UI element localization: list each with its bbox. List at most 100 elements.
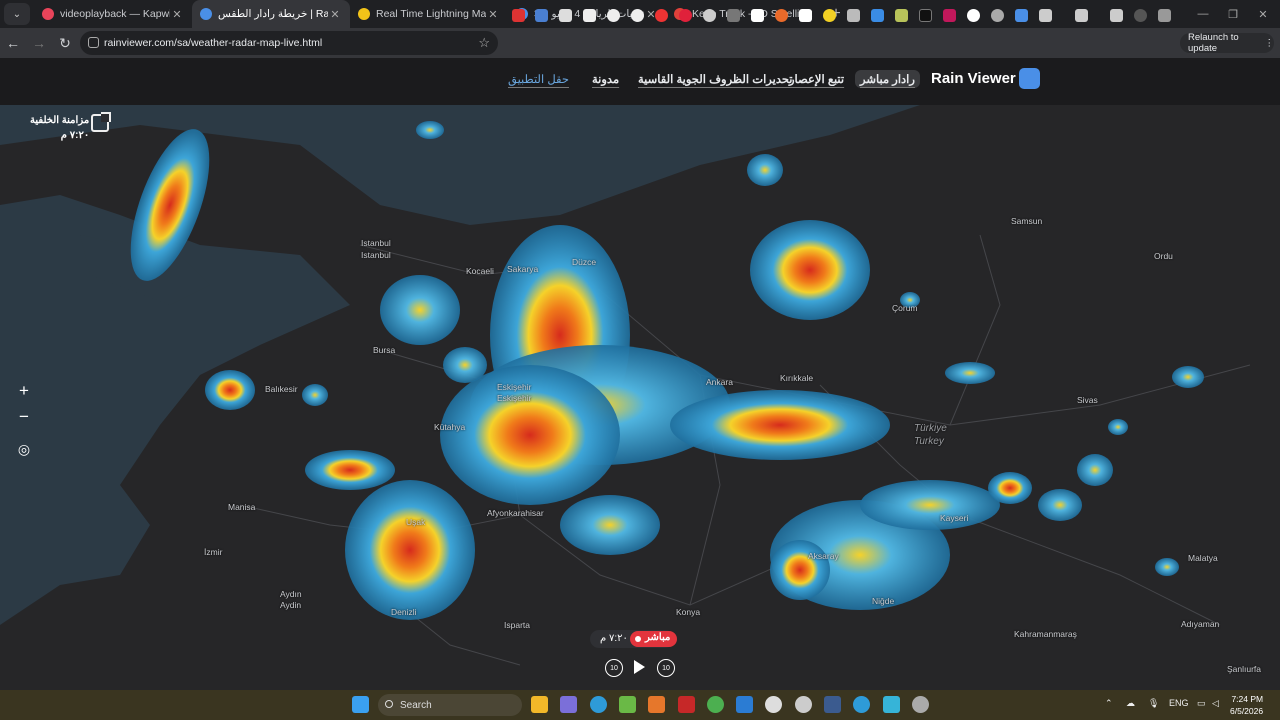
tab-close-icon[interactable]: ✕: [486, 8, 500, 21]
extension-icon[interactable]: [895, 9, 908, 22]
reload-icon[interactable]: ↻: [52, 35, 78, 52]
language-indicator[interactable]: ENG: [1169, 698, 1189, 708]
edge-icon[interactable]: [853, 696, 870, 713]
map-corner-info: مزامنة الخلفية ٧:٢٠ م: [30, 113, 89, 143]
extension-icon[interactable]: [943, 9, 956, 22]
extension-icon[interactable]: [679, 9, 692, 22]
city-label: Konya: [676, 607, 701, 617]
start-icon[interactable]: [352, 696, 369, 713]
extension-icon[interactable]: [919, 9, 932, 22]
country-label: Turkey: [914, 436, 944, 447]
app-icon[interactable]: [795, 696, 812, 713]
nav-hurricane-tracker[interactable]: تتبع الإعصار: [789, 72, 844, 86]
extension-icon[interactable]: [583, 9, 596, 22]
tab-title: videoplayback — Kapwing: [60, 8, 170, 20]
city-label: Eskişehir: [497, 393, 532, 403]
extension-icon[interactable]: [559, 9, 572, 22]
zoom-out-button[interactable]: −: [12, 405, 36, 429]
browser-tab[interactable]: خريطة رادار الطقس | Rain Viewer✕: [192, 0, 350, 28]
nav-severe-weather[interactable]: تحديرات الظروف الجوية القاسية: [638, 72, 793, 86]
vscode-icon[interactable]: [736, 696, 753, 713]
tab-search-button[interactable]: ⌄: [4, 3, 30, 25]
translate-icon[interactable]: [535, 9, 548, 22]
extension-icon[interactable]: [655, 9, 668, 22]
play-icon[interactable]: [634, 660, 645, 674]
side-panel-icon[interactable]: [1158, 9, 1171, 22]
notepad-icon[interactable]: [883, 696, 900, 713]
microphone-icon[interactable]: 🎙: [1148, 698, 1159, 709]
file-explorer-icon[interactable]: [531, 696, 548, 713]
kebab-menu-icon[interactable]: ⋮: [1265, 38, 1275, 49]
rainviewer-logo-icon[interactable]: [1019, 68, 1040, 89]
city-label: Sivas: [1077, 395, 1098, 405]
playback-time: ٧:٢٠ م: [600, 633, 628, 644]
extension-icon[interactable]: [799, 9, 812, 22]
copilot-icon[interactable]: [560, 696, 577, 713]
extension-icon[interactable]: [823, 9, 836, 22]
app-icon[interactable]: [648, 696, 665, 713]
city-label: Sakarya: [507, 264, 539, 274]
app-icon[interactable]: [912, 696, 929, 713]
relaunch-button[interactable]: Relaunch to update ⋮: [1180, 32, 1275, 54]
nav-live-radar[interactable]: رادار مباشر: [855, 70, 920, 88]
nav-blog[interactable]: مدونة: [592, 72, 619, 86]
app-icon[interactable]: [765, 696, 782, 713]
chrome-icon[interactable]: [707, 696, 724, 713]
tray-icon[interactable]: ☁: [1126, 698, 1135, 709]
city-label: Çorum: [892, 303, 918, 313]
rewind-10-button[interactable]: 10: [605, 659, 623, 677]
browser-tab[interactable]: Real Time Lightning Map :: Ligh✕: [350, 0, 508, 28]
nav-app[interactable]: حقل التطبيق: [508, 72, 569, 86]
extension-icon[interactable]: [847, 9, 860, 22]
volume-icon[interactable]: ◁: [1212, 698, 1219, 709]
extension-icon[interactable]: [607, 9, 620, 22]
city-label: Ordu: [1154, 251, 1173, 261]
tab-favicon-icon: [42, 8, 54, 20]
locate-me-icon[interactable]: ◎: [12, 437, 36, 461]
city-label: İzmir: [204, 547, 223, 557]
address-bar[interactable]: rainviewer.com/sa/weather-radar-map-live…: [80, 31, 498, 55]
extension-icon[interactable]: [991, 9, 1004, 22]
tab-close-icon[interactable]: ✕: [328, 8, 342, 21]
minimize-button[interactable]: —: [1186, 0, 1220, 28]
extensions-puzzle-icon[interactable]: [1039, 9, 1052, 22]
city-label: Ankara: [706, 377, 733, 387]
extension-icon[interactable]: [703, 9, 716, 22]
brand-name[interactable]: Rain Viewer: [931, 70, 1016, 87]
live-badge[interactable]: مباشر: [630, 631, 678, 647]
close-window-button[interactable]: ✕: [1246, 0, 1280, 28]
taskbar-search[interactable]: Search: [378, 694, 522, 716]
extension-icon[interactable]: [1075, 9, 1088, 22]
bookmark-star-icon[interactable]: ☆: [478, 35, 490, 51]
extension-icon[interactable]: [967, 9, 980, 22]
extension-icon[interactable]: [512, 9, 525, 22]
forward-10-button[interactable]: 10: [657, 659, 675, 677]
tray-chevron-icon[interactable]: ⌃: [1105, 698, 1113, 709]
filezilla-icon[interactable]: [678, 696, 695, 713]
city-label: Aydın: [280, 589, 302, 599]
zoom-in-button[interactable]: +: [12, 379, 36, 403]
maximize-button[interactable]: ❐: [1216, 0, 1250, 28]
city-label: Kırıkkale: [780, 373, 814, 383]
forward-icon[interactable]: →: [26, 35, 52, 51]
edge-icon[interactable]: [590, 696, 607, 713]
open-external-icon[interactable]: [91, 112, 111, 132]
download-icon[interactable]: [1110, 9, 1123, 22]
city-label: Niğde: [872, 596, 895, 606]
app-icon[interactable]: [619, 696, 636, 713]
extension-icon[interactable]: [727, 9, 740, 22]
back-icon[interactable]: ←: [0, 35, 26, 51]
taskbar-clock[interactable]: 7:24 PM 6/5/2026: [1230, 693, 1263, 717]
tab-close-icon[interactable]: ✕: [170, 8, 184, 21]
extension-icon[interactable]: [751, 9, 764, 22]
extension-icon[interactable]: [775, 9, 788, 22]
browser-tab[interactable]: videoplayback — Kapwing✕: [34, 0, 192, 28]
site-info-icon[interactable]: [88, 37, 99, 48]
app-icon[interactable]: [824, 696, 841, 713]
network-icon[interactable]: ▭: [1197, 698, 1206, 709]
extension-icon[interactable]: [871, 9, 884, 22]
extension-icon[interactable]: [631, 9, 644, 22]
radar-map[interactable]: Istanbul Istanbul Kocaeli Sakarya Düzce …: [0, 105, 1280, 690]
extension-icon[interactable]: [1015, 9, 1028, 22]
profile-avatar[interactable]: [1134, 9, 1147, 22]
